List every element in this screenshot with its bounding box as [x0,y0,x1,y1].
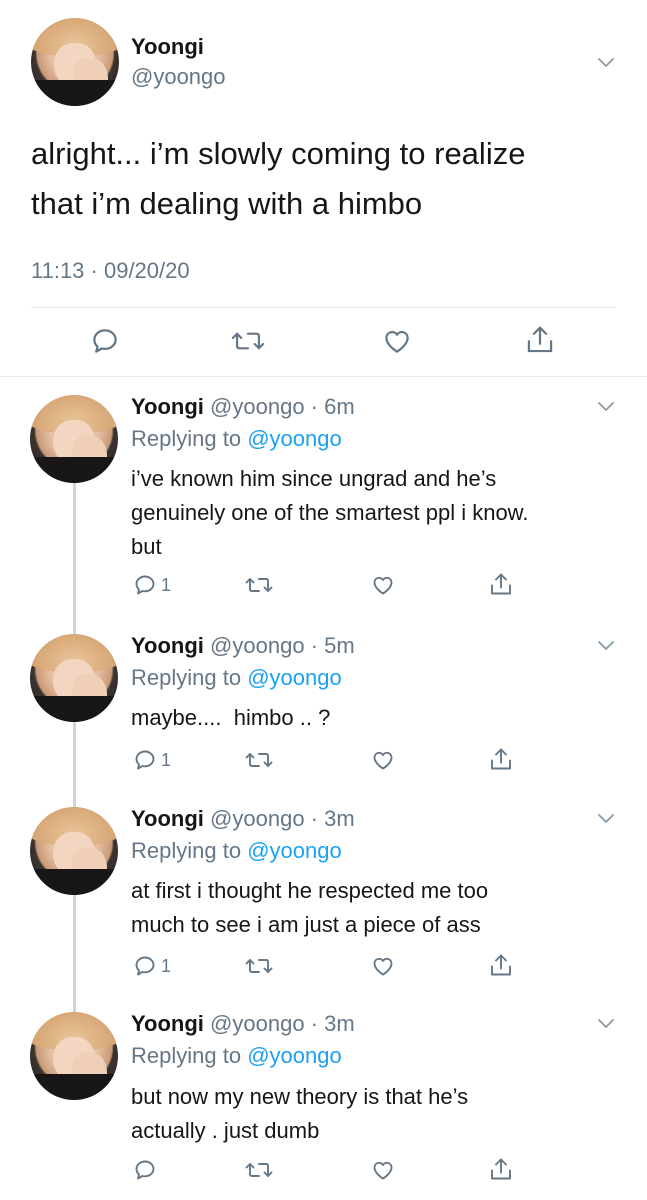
reply-text-line: but [131,534,162,559]
heart-icon [373,751,393,770]
heart-icon [373,957,393,976]
retweet-icon [245,1163,273,1177]
thread-line [73,482,76,1012]
share-button[interactable] [489,1156,513,1183]
retweet-button[interactable] [245,954,273,978]
like-button[interactable] [370,1158,396,1182]
avatar[interactable] [30,395,118,483]
divider [31,307,616,308]
reply-count: 1 [161,574,172,595]
replying-label: Replying to [131,838,242,863]
share-button[interactable] [489,746,513,773]
reply-icon [135,575,155,595]
share-icon [491,954,511,976]
share-button[interactable] [525,324,555,356]
like-button[interactable] [370,748,396,772]
reply-text-line: maybe.... himbo .. ? [131,705,331,730]
chevron-down-icon[interactable] [597,639,615,651]
replying-label: Replying to [131,426,242,451]
avatar[interactable] [30,807,118,895]
reply-text-line: much to see i am just a piece of ass [131,912,481,937]
heart-icon [373,1161,393,1180]
replying-to-link[interactable]: @yoongo [247,1043,342,1068]
retweet-button[interactable] [245,748,273,772]
share-icon [527,326,553,353]
share-button[interactable] [489,571,513,598]
tweet-text-line: that i’m dealing with a himbo [31,186,423,221]
share-icon [491,1158,511,1180]
author-name[interactable]: Yoongi [131,806,204,831]
reply-text-line: actually . just dumb [131,1118,320,1143]
author-name[interactable]: Yoongi [131,1011,204,1036]
avatar[interactable] [30,1012,118,1100]
author-handle[interactable]: @yoongo [131,64,226,90]
retweet-button[interactable] [231,326,265,356]
like-button[interactable] [370,573,396,597]
tweet-text-line: alright... i’m slowly coming to realize [31,136,526,171]
replying-label: Replying to [131,665,242,690]
share-icon [491,573,511,595]
reply-count: 1 [161,955,172,976]
reply-text-line: but now my new theory is that he’s [131,1084,469,1109]
reply-text-line: genuinely one of the smartest ppl i know… [131,500,529,525]
author-meta[interactable]: @yoongo · 3m [210,806,355,831]
author-meta[interactable]: @yoongo · 5m [210,633,355,658]
share-button[interactable] [489,952,513,979]
chevron-down-icon[interactable] [597,56,615,68]
retweet-icon [245,959,273,973]
heart-icon [385,330,409,353]
retweet-icon [231,332,265,350]
replying-to-link[interactable]: @yoongo [247,665,342,690]
like-button[interactable] [370,954,396,978]
avatar[interactable] [31,18,119,106]
reply-button[interactable] [133,1158,161,1182]
reply-text-line: i’ve known him since ungrad and he’s [131,466,497,491]
reply-icon [135,750,155,770]
author-name[interactable]: Yoongi [131,34,204,60]
chevron-down-icon[interactable] [597,400,615,412]
reply-count: 1 [161,749,172,770]
author-name[interactable]: Yoongi [131,394,204,419]
author-meta[interactable]: @yoongo · 3m [210,1011,355,1036]
retweet-button[interactable] [245,573,273,597]
retweet-icon [245,578,273,592]
author-name[interactable]: Yoongi [131,633,204,658]
reply-icon [135,1160,155,1180]
tweet-timestamp[interactable]: 11:13 · 09/20/20 [31,258,190,284]
replying-label: Replying to [131,1043,242,1068]
share-icon [491,748,511,770]
chevron-down-icon[interactable] [597,812,615,824]
reply-button[interactable]: 1 [133,748,171,772]
heart-icon [373,576,393,595]
author-meta[interactable]: @yoongo · 6m [210,394,355,419]
replying-to-link[interactable]: @yoongo [247,426,342,451]
avatar[interactable] [30,634,118,722]
replying-to-link[interactable]: @yoongo [247,838,342,863]
reply-button[interactable]: 1 [133,573,171,597]
divider [0,376,647,377]
reply-button[interactable]: 1 [133,954,171,978]
reply-button[interactable] [90,326,120,356]
reply-icon [135,956,155,976]
retweet-icon [245,753,273,767]
chevron-down-icon[interactable] [597,1017,615,1029]
retweet-button[interactable] [245,1158,273,1182]
like-button[interactable] [381,326,413,356]
reply-text-line: at first i thought he respected me too [131,878,489,903]
reply-icon [93,329,117,353]
